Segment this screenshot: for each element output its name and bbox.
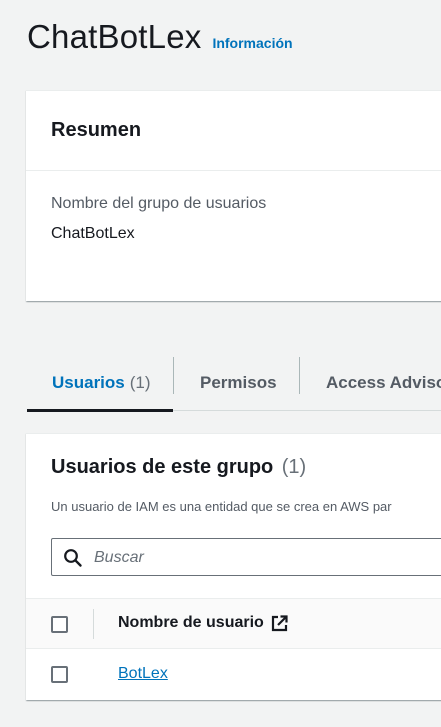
page-header: ChatBotLex Información [27, 18, 293, 56]
group-name-label: Nombre del grupo de usuarios [51, 195, 267, 212]
tab-divider [299, 357, 300, 394]
users-title: Usuarios de este grupo [51, 456, 274, 478]
tab-permisos-label: Permisos [200, 373, 277, 392]
page: ChatBotLex Información Resumen Nombre de… [0, 0, 441, 727]
users-count: (1) [281, 456, 307, 478]
tab-permisos[interactable]: Permisos [200, 356, 277, 410]
column-header-user-name[interactable]: Nombre de usuario [118, 614, 288, 632]
row-checkbox[interactable] [51, 666, 68, 683]
page-title: ChatBotLex [27, 18, 202, 55]
user-name-link[interactable]: BotLex [118, 665, 168, 683]
summary-title: Resumen [51, 119, 142, 141]
tabs: Usuarios (1) Permisos Access Advisor [27, 356, 441, 412]
search-icon [64, 549, 82, 567]
tab-access-advisor-label: Access Advisor [326, 373, 441, 392]
table-header: Nombre de usuario [26, 598, 441, 649]
search-box[interactable] [51, 538, 441, 577]
tab-access-advisor[interactable]: Access Advisor [326, 356, 441, 410]
external-link-icon[interactable] [271, 614, 288, 632]
tab-usuarios[interactable]: Usuarios (1) [52, 356, 151, 410]
users-container: Usuarios de este grupo (1) Un usuario de… [26, 433, 441, 700]
users-description: Un usuario de IAM es una entidad que se … [51, 499, 392, 514]
users-title-row: Usuarios de este grupo (1) [51, 456, 306, 479]
info-link[interactable]: Información [212, 35, 292, 51]
summary-header: Resumen [26, 91, 441, 171]
active-tab-indicator [27, 409, 173, 412]
tab-usuarios-count: (1) [129, 373, 151, 392]
tab-usuarios-label: Usuarios [52, 373, 125, 392]
column-header-user-name-label: Nombre de usuario [118, 614, 264, 631]
summary-container: Resumen Nombre del grupo de usuarios Cha… [26, 90, 441, 301]
select-all-checkbox[interactable] [51, 616, 68, 633]
tab-divider [173, 357, 174, 394]
column-divider [93, 609, 94, 639]
group-name-value: ChatBotLex [51, 225, 135, 242]
search-input[interactable] [92, 539, 441, 577]
table-row: BotLex [26, 649, 441, 700]
